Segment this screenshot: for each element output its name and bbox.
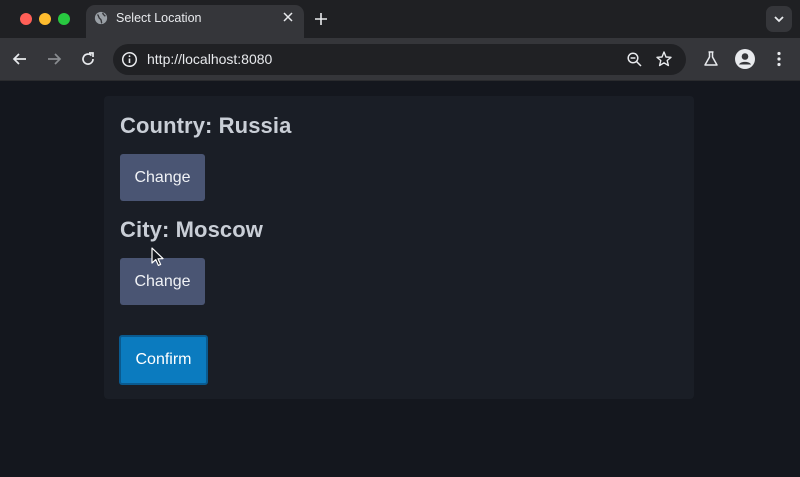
browser-window: Select Location http://localhost:8080 Co… xyxy=(0,0,800,477)
kebab-menu-icon[interactable] xyxy=(770,50,788,68)
forward-arrow-icon[interactable] xyxy=(45,50,63,68)
zoom-icon[interactable] xyxy=(626,51,643,68)
plus-icon[interactable] xyxy=(313,11,329,27)
window-minimize-button[interactable] xyxy=(39,13,51,25)
browser-toolbar: http://localhost:8080 xyxy=(0,38,800,81)
mouse-cursor-icon xyxy=(151,247,164,266)
tab-select-location[interactable]: Select Location xyxy=(86,5,304,38)
url-text[interactable]: http://localhost:8080 xyxy=(147,51,272,67)
chevron-down-icon xyxy=(774,16,784,23)
city-heading: City: Moscow xyxy=(120,217,263,242)
address-bar[interactable]: http://localhost:8080 xyxy=(113,44,686,75)
location-card: Country: Russia Change City: Moscow Chan… xyxy=(104,96,694,399)
back-arrow-icon[interactable] xyxy=(11,50,29,68)
window-maximize-button[interactable] xyxy=(58,13,70,25)
close-icon[interactable] xyxy=(281,10,295,24)
reload-icon[interactable] xyxy=(79,50,97,68)
change-country-button[interactable]: Change xyxy=(120,154,205,201)
globe-icon xyxy=(94,11,108,25)
confirm-button[interactable]: Confirm xyxy=(119,335,208,385)
star-icon[interactable] xyxy=(655,50,673,68)
info-icon[interactable] xyxy=(121,51,138,68)
window-close-button[interactable] xyxy=(20,13,32,25)
flask-icon[interactable] xyxy=(702,50,720,68)
tab-strip: Select Location xyxy=(0,0,800,38)
tab-search-button[interactable] xyxy=(766,6,792,32)
tab-title: Select Location xyxy=(116,11,202,25)
page-viewport: Country: Russia Change City: Moscow Chan… xyxy=(0,81,800,477)
country-heading: Country: Russia xyxy=(120,113,292,138)
profile-icon[interactable] xyxy=(734,48,756,70)
